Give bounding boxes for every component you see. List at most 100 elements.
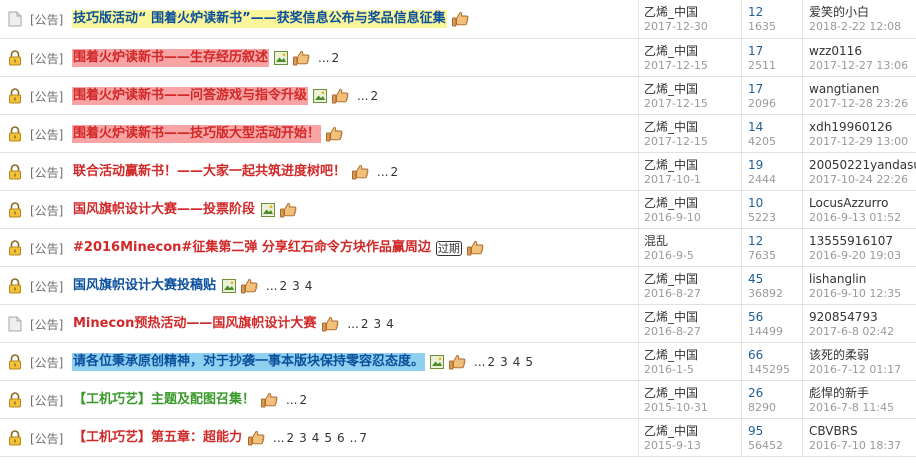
post-date: 2015-9-13 (644, 439, 701, 452)
thread-prefix[interactable]: [公告] (30, 316, 63, 333)
thread-prefix[interactable]: [公告] (30, 430, 63, 447)
thread-prefix[interactable]: [公告] (30, 164, 63, 181)
page-link[interactable]: 2 (361, 317, 369, 331)
column-divider (802, 305, 803, 342)
author-name[interactable]: 乙烯_中国 (644, 158, 701, 173)
thread-title-link[interactable]: 国风旗帜设计大赛——投票阶段 (72, 201, 256, 219)
page-link[interactable]: 3 (373, 317, 381, 331)
page-link[interactable]: 2 (286, 431, 294, 445)
last-post-user[interactable]: wangtianen (809, 82, 908, 97)
reply-count[interactable]: 45 (748, 272, 783, 287)
last-post-user[interactable]: lishanglin (809, 272, 901, 287)
last-post-user[interactable]: 13555916107 (809, 234, 901, 249)
reply-count[interactable]: 14 (748, 120, 776, 135)
last-post-user[interactable]: 爱笑的小白 (809, 5, 901, 20)
last-post-time[interactable]: 2016-7-8 11:45 (809, 401, 894, 415)
last-post-time[interactable]: 2016-9-10 12:35 (809, 287, 901, 301)
thumb-up-icon (451, 11, 469, 27)
reply-count[interactable]: 17 (748, 44, 776, 59)
thread-prefix[interactable]: [公告] (30, 202, 63, 219)
page-link[interactable]: 2 (370, 89, 378, 103)
thread-title-link[interactable]: #2016Minecon#征集第二弹 分享红石命令方块作品赢周边 (72, 239, 432, 257)
thread-prefix[interactable]: [公告] (30, 88, 63, 105)
page-link[interactable]: 3 (500, 355, 508, 369)
last-post-user[interactable]: CBVBRS (809, 424, 901, 439)
thread-title-link[interactable]: 【工机巧艺】主题及配图召集！ (72, 391, 256, 409)
page-link[interactable]: 4 (513, 355, 521, 369)
page-link[interactable]: 5 (324, 431, 332, 445)
author-name[interactable]: 乙烯_中国 (644, 310, 701, 325)
reply-count[interactable]: 95 (748, 424, 783, 439)
last-post-time[interactable]: 2017-12-27 13:06 (809, 59, 908, 73)
author-name[interactable]: 乙烯_中国 (644, 196, 701, 211)
page-link[interactable]: 2 (279, 279, 287, 293)
author-name[interactable]: 乙烯_中国 (644, 44, 708, 59)
column-divider (802, 419, 803, 456)
last-post-time[interactable]: 2017-12-28 23:26 (809, 97, 908, 111)
reply-count[interactable]: 66 (748, 348, 790, 363)
page-link[interactable]: 2 (299, 393, 307, 407)
author-name[interactable]: 乙烯_中国 (644, 120, 708, 135)
last-post-user[interactable]: xdh19960126 (809, 120, 908, 135)
last-post-time[interactable]: 2017-10-24 22:26 (809, 173, 916, 187)
page-link[interactable]: 3 (299, 431, 307, 445)
author-name[interactable]: 乙烯_中国 (644, 348, 698, 363)
post-date: 2015-10-31 (644, 401, 708, 414)
last-post-time[interactable]: 2017-12-29 13:00 (809, 135, 908, 149)
page-link[interactable]: 7 (359, 431, 367, 445)
last-post-time[interactable]: 2016-9-20 19:03 (809, 249, 901, 263)
author-name[interactable]: 乙烯_中国 (644, 82, 708, 97)
thread-title-link[interactable]: Minecon预热活动——国风旗帜设计大赛 (72, 315, 317, 333)
last-post-time[interactable]: 2016-7-12 01:17 (809, 363, 901, 377)
reply-count[interactable]: 56 (748, 310, 783, 325)
page-link[interactable]: 5 (525, 355, 533, 369)
page-link[interactable]: 4 (386, 317, 394, 331)
page-link[interactable]: 4 (312, 431, 320, 445)
reply-count[interactable]: 10 (748, 196, 776, 211)
last-post-user[interactable]: 20050221yandasu (809, 158, 916, 173)
page-link[interactable]: 2 (331, 51, 339, 65)
thread-title-link[interactable]: 国风旗帜设计大赛投稿贴 (72, 277, 217, 295)
reply-count[interactable]: 26 (748, 386, 776, 401)
last-post-user[interactable]: 彪悍的新手 (809, 386, 894, 401)
thread-prefix[interactable]: [公告] (30, 392, 63, 409)
page-link[interactable]: 2 (487, 355, 495, 369)
thread-prefix[interactable]: [公告] (30, 240, 63, 257)
thread-title-link[interactable]: 【工机巧艺】第五章：超能力 (72, 429, 243, 447)
reply-count[interactable]: 17 (748, 82, 776, 97)
page-link[interactable]: 6 (337, 431, 345, 445)
thread-prefix[interactable]: [公告] (30, 11, 63, 28)
last-post-user[interactable]: 920854793 (809, 310, 894, 325)
author-name[interactable]: 混乱 (644, 234, 694, 249)
thread-prefix[interactable]: [公告] (30, 278, 63, 295)
last-post-time[interactable]: 2017-6-8 02:42 (809, 325, 894, 339)
thread-title-link[interactable]: 围着火炉读新书——技巧版大型活动开始！ (72, 125, 322, 143)
stats-cell: 12 7635 (748, 234, 776, 263)
last-post-time[interactable]: 2016-7-10 18:37 (809, 439, 901, 453)
thread-prefix[interactable]: [公告] (30, 50, 63, 67)
reply-count[interactable]: 19 (748, 158, 776, 173)
page-link[interactable]: 3 (292, 279, 300, 293)
author-name[interactable]: 乙烯_中国 (644, 386, 708, 401)
last-post-user[interactable]: 该死的柔弱 (809, 348, 901, 363)
last-post-user[interactable]: LocusAzzurro (809, 196, 901, 211)
author-name[interactable]: 乙烯_中国 (644, 272, 701, 287)
last-post-time[interactable]: 2016-9-13 01:52 (809, 211, 901, 225)
author-name[interactable]: 乙烯_中国 (644, 5, 708, 20)
reply-count[interactable]: 12 (748, 234, 776, 249)
page-link[interactable]: 4 (305, 279, 313, 293)
author-name[interactable]: 乙烯_中国 (644, 424, 701, 439)
reply-count[interactable]: 12 (748, 5, 776, 20)
thread-title-link[interactable]: 技巧版活动“ 围着火炉读新书”——获奖信息公布与奖品信息征集 (72, 10, 447, 28)
last-post-user[interactable]: wzz0116 (809, 44, 908, 59)
thread-title-link[interactable]: 联合活动赢新书！——大家一起共筑进度树吧！ (72, 163, 347, 181)
stats-cell: 19 2444 (748, 158, 776, 187)
thread-title-link[interactable]: 围着火炉读新书——问答游戏与指令升级 (72, 87, 309, 105)
thread-prefix[interactable]: [公告] (30, 354, 63, 371)
view-count: 8290 (748, 401, 776, 414)
thread-prefix[interactable]: [公告] (30, 126, 63, 143)
thread-title-link[interactable]: 围着火炉读新书——生存经历叙述 (72, 49, 270, 67)
last-post-time[interactable]: 2018-2-22 12:08 (809, 20, 901, 34)
thread-title-link[interactable]: 请各位秉承原创精神，对于抄袭一事本版块保持零容忍态度。 (72, 353, 426, 371)
page-link[interactable]: 2 (390, 165, 398, 179)
